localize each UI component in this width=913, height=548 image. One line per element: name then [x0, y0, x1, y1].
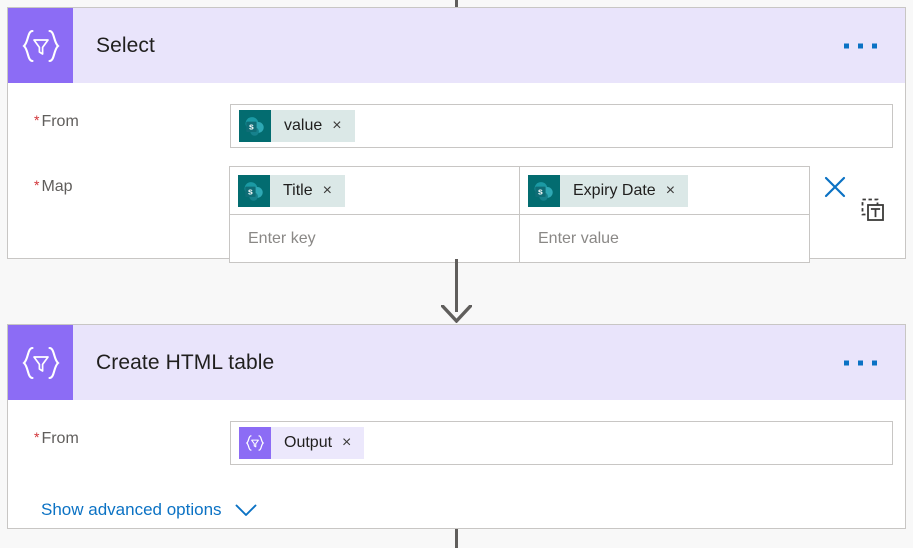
- connector-arrow-middle: [441, 305, 472, 323]
- card-title-create-html-table: Create HTML table: [96, 350, 275, 374]
- field-row-map: * Map s Title × s Expiry Date × Enter ke…: [8, 166, 908, 263]
- ellipsis-dot: [858, 360, 863, 365]
- card-title-select: Select: [96, 33, 155, 57]
- flow-designer-canvas: Select * From s value × * Map s Title × …: [0, 0, 913, 548]
- sharepoint-icon: s: [528, 174, 560, 207]
- from-input-create-html-table[interactable]: Output ×: [230, 421, 893, 465]
- map-value-placeholder: Enter value: [538, 229, 619, 247]
- required-indicator: *: [34, 177, 40, 193]
- token-label: Expiry Date: [573, 181, 656, 199]
- token-label: Title: [283, 181, 313, 199]
- map-row-actions: [818, 167, 908, 263]
- required-indicator: *: [34, 429, 40, 445]
- svg-text:s: s: [249, 121, 254, 131]
- map-key-placeholder: Enter key: [248, 229, 316, 247]
- ellipsis-dot: [844, 360, 849, 365]
- field-label-text: From: [41, 430, 79, 447]
- card-header-select: Select: [8, 8, 905, 83]
- svg-text:s: s: [538, 186, 543, 196]
- token-output[interactable]: Output ×: [239, 427, 365, 459]
- field-label-text: From: [41, 113, 79, 130]
- card-body-create-html-table: * From Output × Show advanced options: [8, 421, 905, 520]
- map-value-cell-row2[interactable]: Enter value: [519, 214, 810, 263]
- map-key-cell-row2[interactable]: Enter key: [229, 214, 520, 263]
- connector-line-top: [455, 0, 458, 7]
- ellipsis-dot: [858, 43, 863, 48]
- from-input-select[interactable]: s value ×: [230, 104, 893, 148]
- field-row-from: * From s value ×: [8, 104, 905, 148]
- field-label-text: Map: [41, 178, 73, 195]
- show-advanced-options-label: Show advanced options: [41, 500, 222, 519]
- ellipsis-dot: [872, 43, 877, 48]
- svg-text:s: s: [248, 186, 253, 196]
- token-remove-icon[interactable]: ×: [317, 182, 345, 199]
- ellipsis-menu-create-html-table[interactable]: [840, 352, 881, 373]
- token-label: Output: [284, 434, 333, 451]
- sharepoint-icon: s: [238, 174, 270, 207]
- ellipsis-menu-select[interactable]: [840, 35, 881, 56]
- token-remove-icon[interactable]: ×: [326, 118, 354, 134]
- field-row-from-html-table: * From Output ×: [8, 421, 905, 465]
- field-label-map: * Map: [8, 167, 230, 196]
- map-value-cell-row1[interactable]: s Expiry Date ×: [519, 166, 810, 215]
- ellipsis-dot: [872, 360, 877, 365]
- sharepoint-icon: s: [239, 110, 271, 142]
- action-card-create-html-table[interactable]: Create HTML table * From Output × Show a…: [7, 324, 906, 529]
- token-remove-icon[interactable]: ×: [660, 182, 688, 199]
- ellipsis-dot: [844, 43, 849, 48]
- token-remove-icon[interactable]: ×: [336, 435, 364, 451]
- field-label-from: * From: [8, 421, 230, 448]
- advanced-options-row: Show advanced options: [8, 500, 905, 520]
- close-x-icon[interactable]: [821, 173, 849, 201]
- card-header-create-html-table: Create HTML table: [8, 325, 905, 400]
- map-key-value-grid: s Title × s Expiry Date × Enter key Ente…: [229, 166, 810, 263]
- show-advanced-options-link[interactable]: Show advanced options: [41, 500, 257, 520]
- data-operation-braces-icon: [239, 427, 271, 459]
- data-operation-braces-icon: [8, 8, 73, 83]
- map-key-cell-row1[interactable]: s Title ×: [229, 166, 520, 215]
- token-title[interactable]: s Title ×: [238, 174, 345, 207]
- token-label: value: [284, 117, 323, 134]
- action-card-select[interactable]: Select * From s value × * Map s Title × …: [7, 7, 906, 263]
- chevron-down-icon: [235, 504, 257, 517]
- required-indicator: *: [34, 112, 40, 128]
- token-expiry-date[interactable]: s Expiry Date ×: [528, 174, 689, 207]
- card-body-select: * From s value × * Map s Title × s Expir…: [8, 104, 905, 263]
- connector-line-bottom: [455, 529, 458, 548]
- text-mode-icon[interactable]: [860, 197, 886, 223]
- data-operation-braces-icon: [8, 325, 73, 400]
- token-value[interactable]: s value ×: [239, 110, 355, 142]
- field-label-from: * From: [8, 104, 230, 131]
